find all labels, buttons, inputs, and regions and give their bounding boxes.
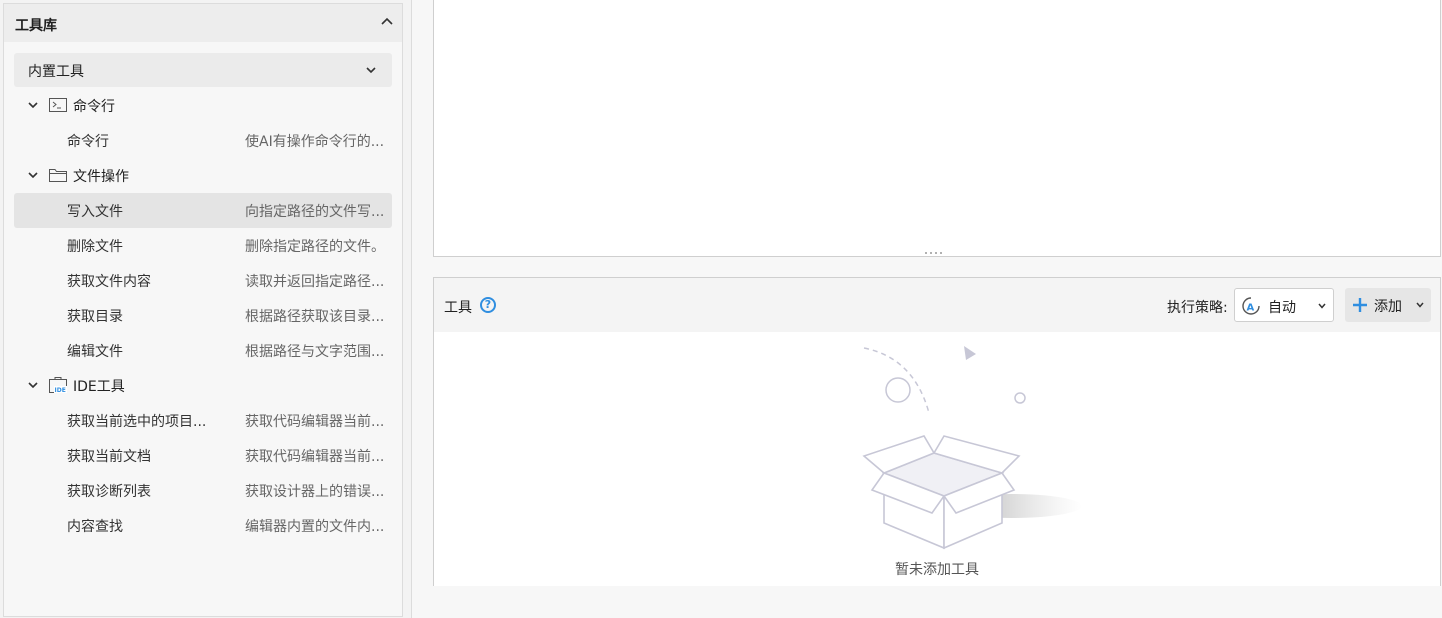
tool-group-dropdown[interactable]: 内置工具: [14, 53, 392, 87]
tool-item[interactable]: 编辑文件 根据路径与文字范围...: [14, 333, 392, 368]
tool-item[interactable]: 删除文件 删除指定路径的文件。: [14, 228, 392, 263]
chevron-down-icon: [366, 67, 376, 74]
chevron-down-icon[interactable]: [1415, 300, 1425, 310]
tool-name: 写入文件: [67, 204, 123, 220]
tool-description: 根据路径获取该目录...: [245, 309, 385, 325]
tool-name: 编辑文件: [67, 344, 123, 360]
strategy-value: 自动: [1268, 300, 1296, 316]
category-file-operations[interactable]: 文件操作: [14, 158, 392, 193]
tool-item[interactable]: 命令行 使AI有操作命令行的...: [14, 123, 392, 158]
category-command-line[interactable]: 命令行: [14, 88, 392, 123]
category-label: 文件操作: [73, 169, 129, 185]
add-label: 添加: [1374, 299, 1402, 315]
tool-item[interactable]: 获取诊断列表 获取设计器上的错误...: [14, 473, 392, 508]
chevron-down-icon: [1318, 303, 1326, 309]
chevron-down-icon[interactable]: [26, 378, 40, 392]
plus-icon: [1353, 298, 1367, 312]
empty-box-illustration: [862, 346, 1082, 550]
chevron-down-icon[interactable]: [26, 98, 40, 112]
tool-item[interactable]: 获取目录 根据路径获取该目录...: [14, 298, 392, 333]
tool-item[interactable]: 获取当前文档 获取代码编辑器当前...: [14, 438, 392, 473]
tool-item[interactable]: 内容查找 编辑器内置的文件内...: [14, 508, 392, 543]
add-tool-button[interactable]: 添加: [1345, 288, 1431, 322]
svg-text:A: A: [1247, 303, 1255, 314]
tool-description: 获取设计器上的错误...: [245, 484, 385, 500]
tool-item[interactable]: 写入文件 向指定路径的文件写...: [14, 193, 392, 228]
tool-library-title: 工具库: [15, 18, 57, 34]
tool-description: 编辑器内置的文件内...: [245, 519, 385, 535]
tool-name: 删除文件: [67, 239, 123, 255]
svg-text:IDE: IDE: [55, 387, 66, 394]
tool-name: 获取文件内容: [67, 274, 151, 290]
help-icon[interactable]: ?: [480, 297, 496, 313]
tool-library-header[interactable]: 工具库: [4, 4, 402, 42]
tool-description: 使AI有操作命令行的...: [245, 134, 385, 150]
tool-description: 根据路径与文字范围...: [245, 344, 385, 360]
splitter-handle-icon[interactable]: [923, 250, 947, 256]
category-label: 命令行: [73, 99, 115, 115]
chevron-up-icon[interactable]: [380, 15, 394, 29]
tool-description: 向指定路径的文件写...: [245, 204, 385, 220]
empty-state-text: 暂未添加工具: [895, 562, 979, 578]
tool-description: 获取代码编辑器当前...: [245, 414, 385, 430]
tool-name: 获取当前文档: [67, 449, 151, 465]
tool-name: 内容查找: [67, 519, 123, 535]
category-ide-tools[interactable]: IDE IDE工具: [14, 368, 392, 403]
tool-name: 命令行: [67, 134, 109, 150]
tools-toolbar: 工具 ? 执行策略: A 自动 添加: [434, 278, 1440, 332]
strategy-label: 执行策略:: [1167, 300, 1228, 316]
tool-group-label: 内置工具: [28, 64, 84, 80]
tools-title: 工具: [444, 300, 472, 316]
tool-library-panel: 工具库 内置工具 命令行 命令行 使AI有操作命令行的... 文件操作 写入文件…: [3, 3, 403, 617]
tool-description: 读取并返回指定路径...: [245, 274, 385, 290]
tools-panel: 工具 ? 执行策略: A 自动 添加 暂未添加工具: [433, 277, 1441, 586]
tool-name: 获取当前选中的项目...: [67, 414, 207, 430]
terminal-icon: [49, 98, 67, 112]
tool-item[interactable]: 获取当前选中的项目... 获取代码编辑器当前...: [14, 403, 392, 438]
tool-description: 删除指定路径的文件。: [245, 239, 385, 255]
tool-item[interactable]: 获取文件内容 读取并返回指定路径...: [14, 263, 392, 298]
tool-name: 获取诊断列表: [67, 484, 151, 500]
main-panel: 工具 ? 执行策略: A 自动 添加 暂未添加工具: [411, 0, 1442, 618]
tool-name: 获取目录: [67, 309, 123, 325]
editor-area[interactable]: [433, 0, 1441, 257]
auto-mode-icon: A: [1242, 297, 1260, 315]
strategy-select[interactable]: A 自动: [1234, 288, 1334, 322]
tool-description: 获取代码编辑器当前...: [245, 449, 385, 465]
category-label: IDE工具: [73, 379, 125, 395]
ide-toolbox-icon: IDE: [49, 377, 67, 394]
folder-icon: [49, 169, 67, 182]
chevron-down-icon[interactable]: [26, 168, 40, 182]
